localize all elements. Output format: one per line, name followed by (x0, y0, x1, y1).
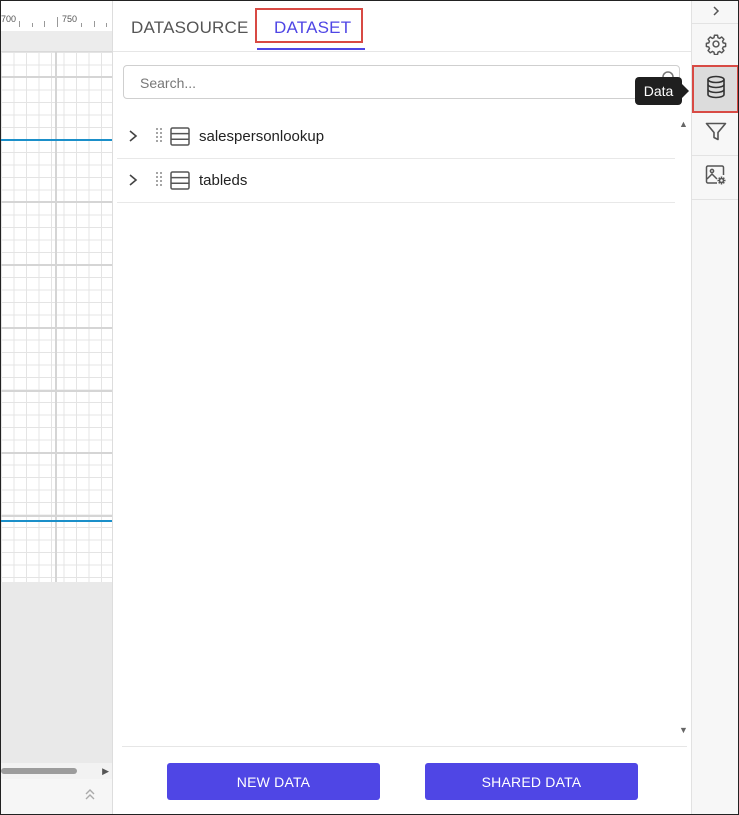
app-frame: 700 750 ▶ DATASOURCE DATASET Search... s… (0, 0, 739, 815)
tab-dataset[interactable]: DATASET (274, 18, 351, 38)
image-settings-icon (705, 164, 727, 191)
shared-data-button[interactable]: SHARED DATA (425, 763, 638, 800)
filter-button[interactable] (692, 113, 738, 156)
gear-icon (705, 33, 727, 60)
database-icon (706, 75, 726, 104)
expand-panel-button[interactable] (692, 3, 738, 23)
table-icon (170, 171, 190, 190)
double-chevron-up-icon[interactable] (84, 787, 96, 804)
tooltip-text: Data (643, 83, 674, 99)
list-item[interactable]: salespersonlookup (117, 115, 675, 159)
panel-footer: NEW DATA SHARED DATA (122, 746, 687, 814)
scroll-right-icon[interactable]: ▶ (102, 766, 109, 777)
tab-bar: DATASOURCE DATASET (113, 1, 691, 52)
horizontal-ruler: 700 750 (1, 1, 112, 32)
right-toolbar (691, 1, 738, 814)
list-item[interactable]: tableds (117, 159, 675, 203)
canvas-footer (1, 779, 112, 814)
drag-handle-icon[interactable] (155, 171, 163, 187)
horizontal-scrollbar[interactable]: ▶ (1, 763, 112, 779)
active-tab-indicator (257, 48, 365, 50)
filter-icon (705, 122, 727, 147)
design-canvas[interactable]: 700 750 ▶ (1, 1, 113, 814)
scrollbar-thumb[interactable] (1, 768, 77, 774)
ruler-strip (1, 31, 112, 52)
scroll-down-icon[interactable]: ▼ (679, 725, 688, 735)
new-data-button[interactable]: NEW DATA (167, 763, 380, 800)
chevron-right-icon[interactable] (127, 129, 139, 143)
image-settings-button[interactable] (692, 155, 738, 200)
data-panel: DATASOURCE DATASET salespe (113, 1, 691, 814)
ruler-mark-700: 700 (1, 14, 17, 24)
dataset-list: salespersonlookup tableds (117, 115, 675, 203)
properties-button[interactable] (692, 23, 738, 69)
data-button[interactable] (692, 65, 738, 113)
ruler-mark-750: 750 (62, 14, 78, 24)
canvas-grid (1, 52, 112, 582)
scroll-up-icon[interactable]: ▲ (679, 119, 688, 129)
table-icon (170, 127, 190, 146)
guide-line (1, 139, 112, 141)
dataset-label: tableds (199, 172, 248, 189)
chevron-right-icon[interactable] (127, 173, 139, 187)
dataset-label: salespersonlookup (199, 128, 325, 145)
tab-datasource[interactable]: DATASOURCE (131, 18, 249, 38)
search-input[interactable] (138, 73, 642, 93)
chevron-right-icon (711, 4, 721, 22)
search-box (123, 65, 680, 99)
drag-handle-icon[interactable] (155, 127, 163, 143)
tooltip: Data (635, 77, 689, 105)
guide-line (1, 520, 112, 522)
